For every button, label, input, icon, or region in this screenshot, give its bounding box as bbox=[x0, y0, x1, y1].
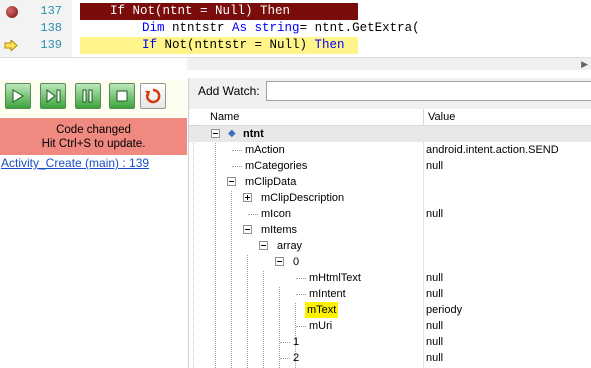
step-over-button[interactable] bbox=[40, 83, 66, 109]
breakpoint-icon[interactable] bbox=[6, 6, 18, 18]
line-number: 138 bbox=[40, 21, 62, 35]
restart-button[interactable] bbox=[140, 83, 166, 109]
watch-value: null bbox=[426, 288, 444, 300]
code-line-138[interactable]: 138 Dim ntntstr As string= ntnt.GetExtra… bbox=[0, 20, 591, 37]
watch-row-mcategories[interactable]: mCategories null bbox=[189, 158, 591, 174]
code-text: If Not(ntnt = Null) Then bbox=[110, 4, 291, 18]
line-number: 139 bbox=[40, 38, 62, 52]
watch-row-mitems[interactable]: mItems bbox=[189, 222, 591, 238]
watch-name: mClipDescription bbox=[261, 192, 345, 204]
watch-row-mtext[interactable]: mText periody bbox=[189, 302, 591, 318]
watch-name: mUri bbox=[309, 320, 333, 332]
watch-row-mclipdescription[interactable]: mClipDescription bbox=[189, 190, 591, 206]
watch-value: null bbox=[426, 160, 444, 172]
watch-name: mItems bbox=[261, 224, 298, 236]
stop-button[interactable] bbox=[109, 83, 135, 109]
watch-row-ntnt[interactable]: ◆ ntnt bbox=[189, 126, 591, 142]
watch-row-mintent[interactable]: mIntent null bbox=[189, 286, 591, 302]
notice-line-1: Code changed bbox=[56, 124, 131, 136]
watch-name: mIntent bbox=[309, 288, 346, 300]
watch-name: mHtmlText bbox=[309, 272, 361, 284]
code-text: If Not(ntntstr = Null) Then bbox=[142, 38, 345, 52]
value-column-header[interactable]: Value bbox=[428, 111, 455, 123]
name-column-header[interactable]: Name bbox=[210, 111, 239, 123]
code-line-137[interactable]: 137 If Not(ntnt = Null) Then bbox=[0, 3, 591, 20]
watch-row-muri[interactable]: mUri null bbox=[189, 318, 591, 334]
current-line-arrow-icon bbox=[4, 40, 18, 51]
collapse-icon[interactable] bbox=[211, 129, 220, 138]
watch-value: null bbox=[426, 272, 444, 284]
watch-row-mclipdata[interactable]: mClipData bbox=[189, 174, 591, 190]
watch-name: mClipData bbox=[245, 176, 297, 188]
watch-name: 2 bbox=[293, 352, 300, 364]
pause-button[interactable] bbox=[75, 83, 101, 109]
add-watch-input[interactable] bbox=[266, 81, 591, 101]
step-icon bbox=[46, 89, 61, 103]
watch-row-0[interactable]: 0 bbox=[189, 254, 591, 270]
pause-icon bbox=[82, 89, 93, 103]
watch-value: null bbox=[426, 320, 444, 332]
collapse-icon[interactable] bbox=[259, 241, 268, 250]
call-stack-link[interactable]: Activity_Create (main) : 139 bbox=[1, 156, 149, 170]
watch-value: null bbox=[426, 352, 444, 364]
watch-value: null bbox=[426, 336, 444, 348]
code-changed-notice: Code changed Hit Ctrl+S to update. bbox=[0, 118, 187, 155]
code-line-139[interactable]: 139 If Not(ntntstr = Null) Then bbox=[0, 37, 591, 54]
watch-name: mAction bbox=[245, 144, 285, 156]
object-icon: ◆ bbox=[228, 128, 236, 139]
watch-name: ntnt bbox=[243, 128, 264, 140]
code-text: Dim ntntstr As string= ntnt.GetExtra( bbox=[142, 21, 420, 35]
restart-icon bbox=[145, 88, 161, 104]
collapse-icon[interactable] bbox=[275, 257, 284, 266]
watch-row-mhtmltext[interactable]: mHtmlText null bbox=[189, 270, 591, 286]
play-icon bbox=[12, 89, 24, 103]
watch-name: 1 bbox=[293, 336, 300, 348]
continue-button[interactable] bbox=[5, 83, 31, 109]
notice-line-2: Hit Ctrl+S to update. bbox=[41, 138, 146, 150]
watch-value: android.intent.action.SEND bbox=[426, 144, 559, 156]
line-number: 137 bbox=[40, 4, 62, 18]
stop-icon bbox=[116, 90, 128, 102]
watch-value: null bbox=[426, 208, 444, 220]
watch-name: mIcon bbox=[261, 208, 291, 220]
watch-name: 0 bbox=[293, 256, 300, 268]
grid-header: Name Value bbox=[189, 109, 591, 126]
collapse-icon[interactable] bbox=[227, 177, 236, 186]
watch-row-maction[interactable]: mAction android.intent.action.SEND bbox=[189, 142, 591, 158]
watch-name: mText bbox=[305, 302, 339, 318]
debug-toolbar bbox=[0, 80, 187, 117]
watch-value: periody bbox=[426, 304, 463, 316]
watch-row-1[interactable]: 1 null bbox=[189, 334, 591, 350]
watch-row-2[interactable]: 2 null bbox=[189, 350, 591, 366]
watch-panel: Add Watch: Name Value ◆ ntnt mAction and… bbox=[188, 78, 591, 368]
expand-icon[interactable] bbox=[243, 193, 252, 202]
watch-grid[interactable]: Name Value ◆ ntnt mAction android.intent… bbox=[189, 109, 591, 368]
watch-row-array[interactable]: array bbox=[189, 238, 591, 254]
watch-name: mCategories bbox=[245, 160, 308, 172]
collapse-icon[interactable] bbox=[243, 225, 252, 234]
code-editor[interactable]: 137 If Not(ntnt = Null) Then 138 Dim ntn… bbox=[0, 0, 591, 70]
add-watch-label: Add Watch: bbox=[198, 84, 260, 98]
watch-name: array bbox=[277, 240, 303, 252]
scroll-right-icon[interactable]: ▶ bbox=[581, 59, 588, 70]
